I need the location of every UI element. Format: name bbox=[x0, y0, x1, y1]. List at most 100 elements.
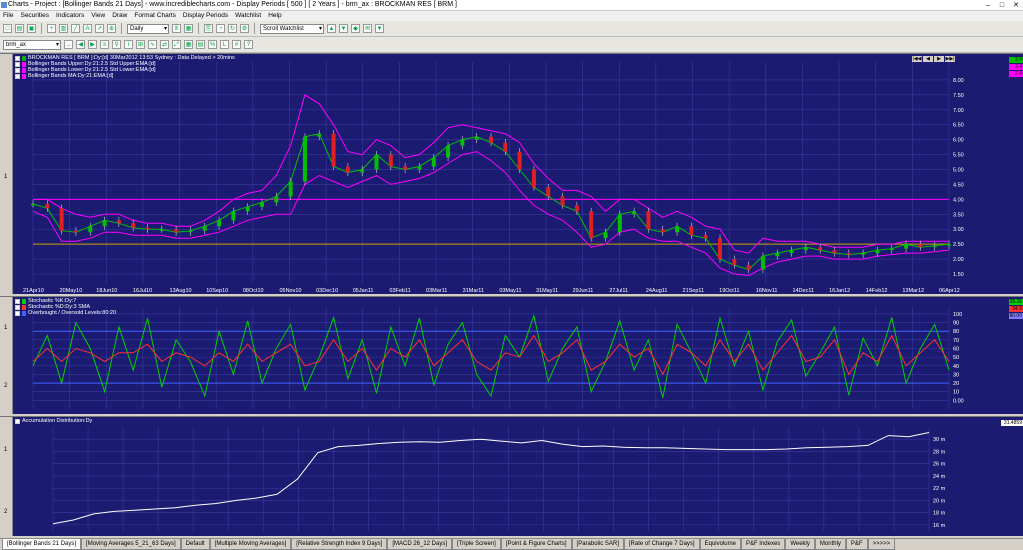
menu-file[interactable]: File bbox=[3, 11, 13, 21]
mail-icon[interactable]: ✉ bbox=[363, 24, 372, 33]
scale-icon[interactable]: ▦ bbox=[184, 24, 193, 33]
menu-format-charts[interactable]: Format Charts bbox=[134, 11, 176, 21]
chart-nav: |◀◀ ◀ ▶ ▶▶| bbox=[912, 56, 955, 62]
y-tick-label: 3.00 bbox=[953, 227, 964, 233]
series-line bbox=[32, 334, 950, 376]
layout-tab[interactable]: Monthly bbox=[814, 539, 846, 550]
layout-tab[interactable]: Default bbox=[180, 539, 210, 550]
print-icon[interactable]: ▣ bbox=[27, 24, 36, 33]
menu-indicators[interactable]: Indicators bbox=[56, 11, 84, 21]
legend-checkbox[interactable] bbox=[15, 61, 20, 67]
flag-icon[interactable]: ▼ bbox=[375, 24, 384, 33]
legend-checkbox[interactable] bbox=[15, 304, 20, 310]
y-tick-label: 28 m bbox=[933, 449, 946, 455]
go-icon[interactable]: → bbox=[64, 40, 73, 49]
price-panel[interactable]: 1 8.00 7.50 7.00 6.50 6.00 5.50 5.00 4.50 4.00 3.… bbox=[0, 53, 1023, 294]
legend-checkbox[interactable] bbox=[15, 55, 20, 61]
next-icon[interactable]: ▶ bbox=[88, 40, 97, 49]
security-select[interactable]: brm_ax bbox=[3, 39, 61, 50]
log-icon[interactable]: L bbox=[220, 40, 229, 49]
scroll-up-icon[interactable]: ▲ bbox=[327, 24, 336, 33]
layout-tab[interactable]: Weekly bbox=[785, 539, 815, 550]
layout-tab[interactable]: P&F Indexes bbox=[740, 539, 786, 550]
accumulation-chart[interactable]: 30 m 28 m 26 m 24 m 22 m 20 m 18 m 16 m bbox=[13, 417, 1009, 537]
legend-checkbox[interactable] bbox=[15, 418, 20, 424]
layout-tab[interactable]: [Triple Screen] bbox=[452, 539, 501, 550]
layout-tab[interactable]: [Parabolic SAR] bbox=[571, 539, 624, 550]
layout-tab[interactable]: [Moving Averages 5_21_63 Days] bbox=[81, 539, 181, 550]
x-tick-label: 18Jun10 bbox=[96, 288, 117, 294]
watchlist-add-icon[interactable]: ◆ bbox=[351, 24, 360, 33]
help-icon[interactable]: ? bbox=[244, 40, 253, 49]
nav-last-button[interactable]: ▶▶| bbox=[945, 56, 955, 62]
stochastic-panel[interactable]: 1 2 100 90 80 70 60 50 40 30 20 10 0.00 Stochastic… bbox=[0, 296, 1023, 414]
pie-icon[interactable]: ◔ bbox=[216, 24, 225, 33]
arrow-icon[interactable]: ↗ bbox=[95, 24, 104, 33]
nav-prev-button[interactable]: ◀ bbox=[923, 56, 933, 62]
menu-help[interactable]: Help bbox=[268, 11, 281, 21]
candle-body bbox=[474, 136, 479, 140]
legend-checkbox[interactable] bbox=[15, 67, 20, 73]
prev-icon[interactable]: ◀ bbox=[76, 40, 85, 49]
new-icon[interactable]: □ bbox=[3, 24, 12, 33]
crosshair-icon[interactable]: + bbox=[47, 24, 56, 33]
nav-first-button[interactable]: |◀◀ bbox=[912, 56, 922, 62]
menu-securities[interactable]: Securities bbox=[20, 11, 49, 21]
layout-icon[interactable]: ▤ bbox=[196, 40, 205, 49]
layout-tab[interactable]: [Relative Strength Index 9 Days] bbox=[291, 539, 388, 550]
expand-icon[interactable]: ⤢ bbox=[172, 40, 181, 49]
legend-swatch bbox=[22, 55, 26, 61]
layout-tab[interactable]: [Bollinger Bands 21 Days] bbox=[2, 539, 82, 550]
layout-tab[interactable]: [Rate of Change 7 Days] bbox=[623, 539, 700, 550]
layout-tab[interactable]: [MACD 26_12 Days] bbox=[387, 539, 453, 550]
maximize-button[interactable]: □ bbox=[995, 0, 1009, 11]
chart-icon[interactable]: ▥ bbox=[59, 24, 68, 33]
candle-body bbox=[460, 139, 465, 146]
draw-line-icon[interactable]: ╱ bbox=[71, 24, 80, 33]
binoculars-icon[interactable]: ⚲ bbox=[112, 40, 121, 49]
copy-icon[interactable]: ⎘ bbox=[204, 24, 213, 33]
legend-accum: Accumulation Distribution:Dy bbox=[15, 418, 92, 424]
price-chart[interactable]: 8.00 7.50 7.00 6.50 6.00 5.50 5.00 4.50 4.00 3.50… bbox=[13, 54, 1009, 295]
text-icon[interactable]: A bbox=[83, 24, 92, 33]
open-icon[interactable]: ▤ bbox=[15, 24, 24, 33]
stoch-tag: 34.9 bbox=[1009, 306, 1023, 312]
close-button[interactable]: ✕ bbox=[1009, 0, 1023, 11]
menu-view[interactable]: View bbox=[91, 11, 105, 21]
list-icon[interactable]: ≡ bbox=[100, 40, 109, 49]
watchlist-select[interactable]: Scroll Watchlist bbox=[260, 23, 324, 34]
settings-icon[interactable]: ⚙ bbox=[240, 24, 249, 33]
layout-tab[interactable]: [Point & Figure Charts] bbox=[500, 539, 572, 550]
scan-icon[interactable]: ⊞ bbox=[136, 40, 145, 49]
legend-checkbox[interactable] bbox=[15, 298, 20, 304]
zoom-icon[interactable]: ⊕ bbox=[107, 24, 116, 33]
percent-icon[interactable]: % bbox=[208, 40, 217, 49]
scroll-down-icon[interactable]: ▼ bbox=[339, 24, 348, 33]
candle-body bbox=[646, 211, 651, 230]
layout-tab[interactable]: Equivolume bbox=[699, 539, 741, 550]
layout-tab[interactable]: [Multiple Moving Averages] bbox=[209, 539, 292, 550]
right-gutter: 31.4859 bbox=[1001, 417, 1023, 536]
legend-checkbox[interactable] bbox=[15, 310, 20, 316]
y-tick-label: 16 m bbox=[933, 523, 946, 529]
minimize-button[interactable]: – bbox=[981, 0, 995, 11]
layout-tab[interactable]: P&F bbox=[845, 539, 868, 550]
indicator-icon[interactable]: ∿ bbox=[148, 40, 157, 49]
legend-checkbox[interactable] bbox=[15, 73, 20, 79]
grid-icon[interactable]: # bbox=[232, 40, 241, 49]
layout-tab[interactable]: >>>>> bbox=[867, 539, 896, 550]
info-icon[interactable]: i bbox=[124, 40, 133, 49]
accumulation-panel[interactable]: 1 2 30 m 28 m 26 m 24 m 22 m 20 m 18 m 16 m Acc… bbox=[0, 416, 1023, 536]
stochastic-chart[interactable]: 100 90 80 70 60 50 40 30 20 10 0.00 bbox=[13, 297, 1009, 415]
refresh-icon[interactable]: ↻ bbox=[228, 24, 237, 33]
window-title: Charts - Project : [Bollinger Bands 21 D… bbox=[8, 1, 457, 8]
menu-display-periods[interactable]: Display Periods bbox=[183, 11, 228, 21]
menu-draw[interactable]: Draw bbox=[112, 11, 127, 21]
menu-watchlist[interactable]: Watchlist bbox=[235, 11, 261, 21]
x-tick-label: 21Sep11 bbox=[683, 288, 705, 294]
nav-next-button[interactable]: ▶ bbox=[934, 56, 944, 62]
compare-icon[interactable]: ⇄ bbox=[160, 40, 169, 49]
period-select[interactable]: Daily bbox=[127, 23, 169, 34]
bar-type-icon[interactable]: Ⅱ bbox=[172, 24, 181, 33]
tile-icon[interactable]: ▦ bbox=[184, 40, 193, 49]
